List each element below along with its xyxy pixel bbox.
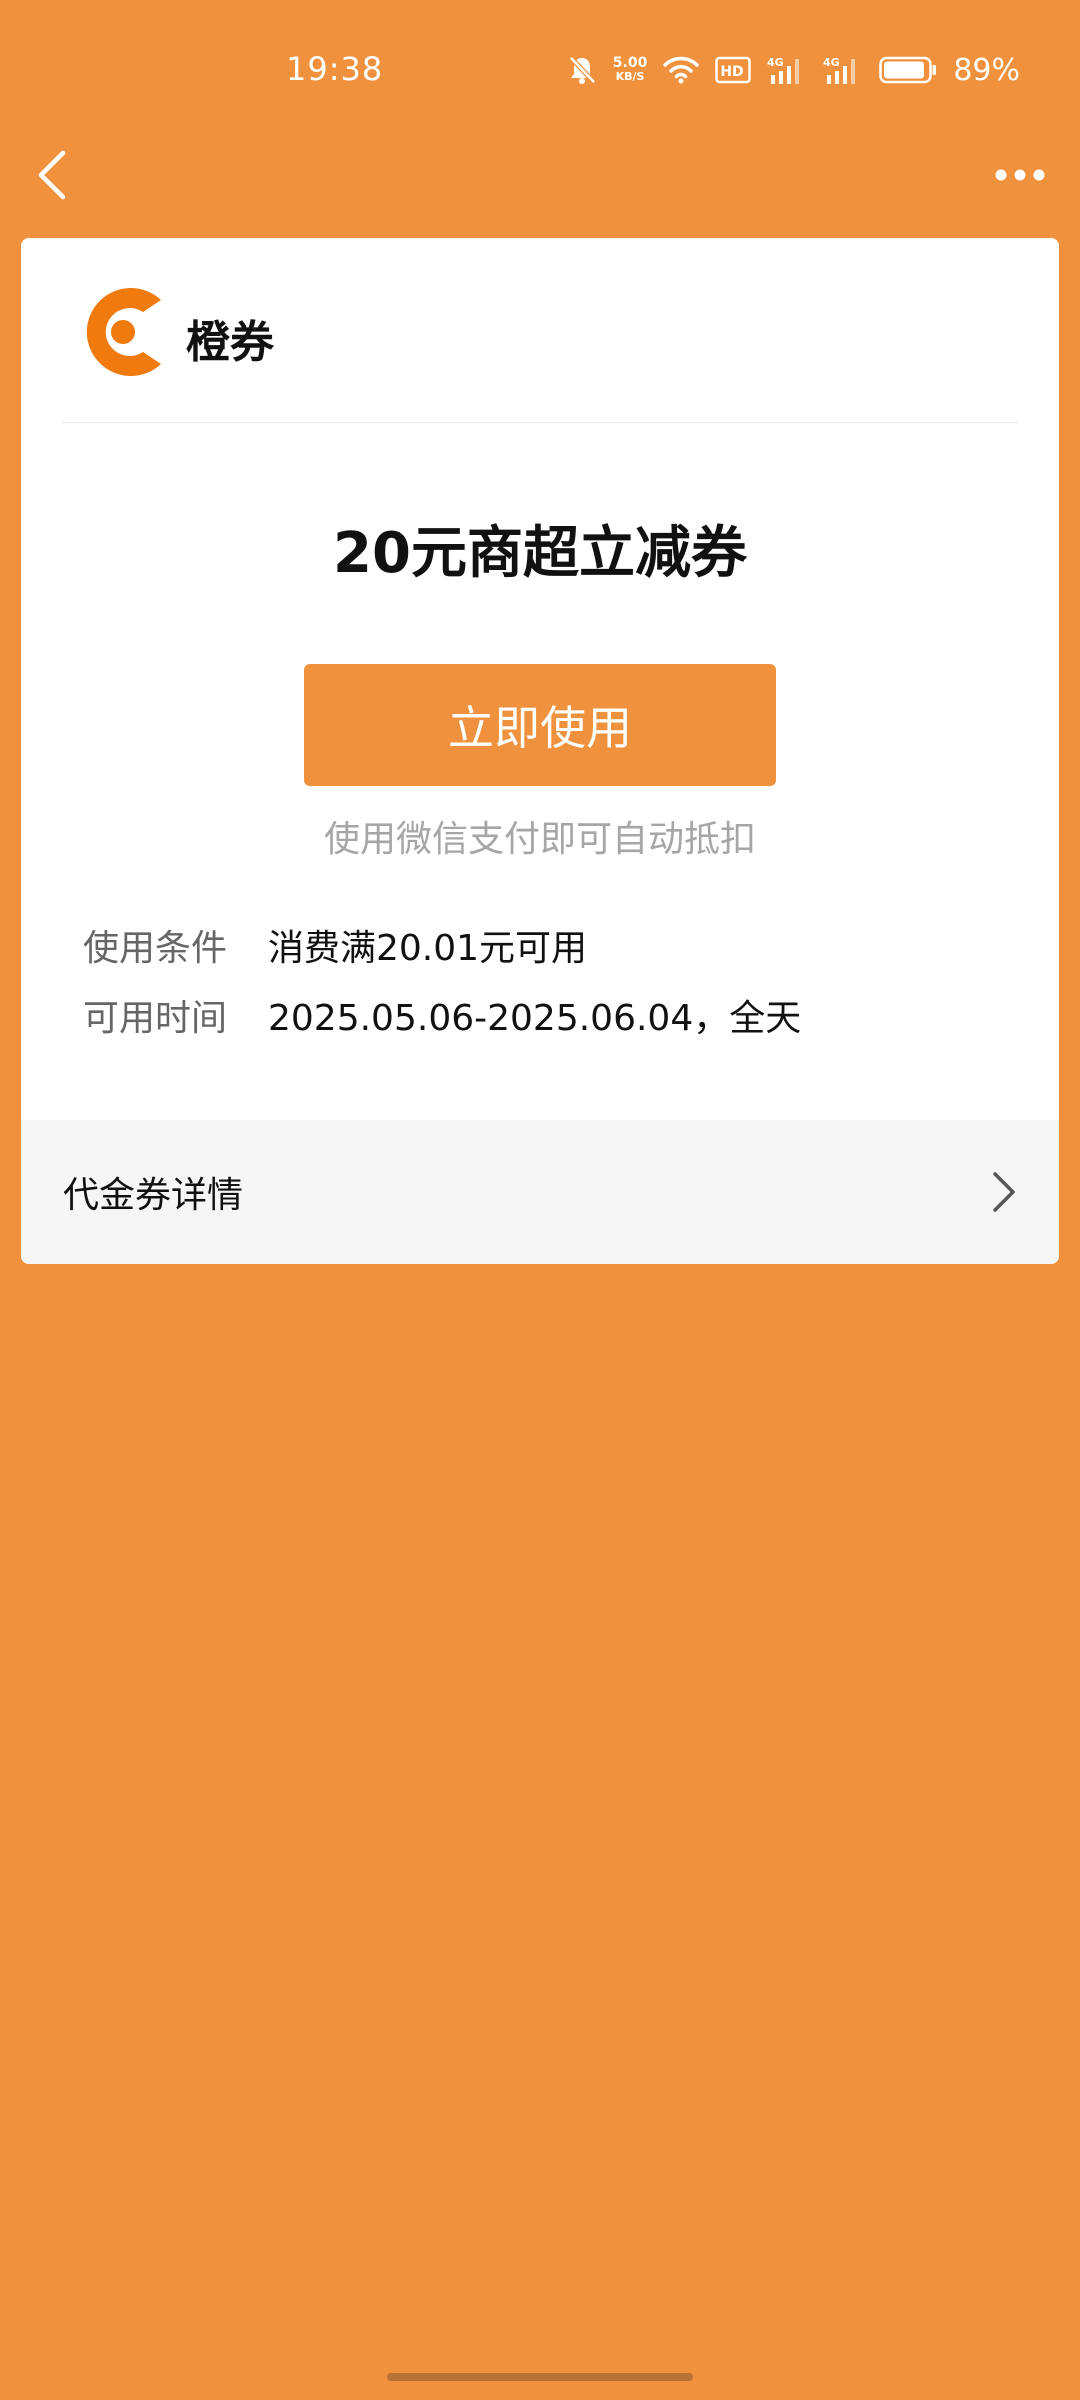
coupon-details-row[interactable]: 代金券详情 [21,1120,1059,1264]
status-icons: 5.00 KB/S HD 4G 4G 89% [567,50,1020,90]
condition-value: 消费满20.01元可用 [268,928,588,969]
header-divider [61,422,1019,423]
sim2-network-label: 4G [823,56,840,69]
more-dots-icon [995,169,1045,181]
coupon-card: 橙券 20元商超立减券 立即使用 使用微信支付即可自动抵扣 使用条件 消费满20… [21,238,1059,1264]
signal-sim2-icon: 4G [823,55,863,85]
back-button[interactable] [30,145,74,205]
hd-icon: HD [715,56,752,84]
chevron-right-icon [993,1172,1015,1212]
brand-name: 橙券 [186,317,274,368]
coupon-details-label: 代金券详情 [63,1175,244,1216]
validity-label: 可用时间 [83,998,228,1039]
signal-sim1-icon: 4G [767,55,807,85]
wifi-icon [663,56,700,84]
use-now-button[interactable]: 立即使用 [304,664,776,786]
coupon-title: 20元商超立减券 [333,521,747,586]
status-bar: 19:38 5.00 KB/S HD 4G 4G 89% [0,0,1080,140]
mute-bell-icon [567,54,597,86]
network-speed-unit: KB/S [615,70,645,83]
validity-row: 可用时间 2025.05.06-2025.06.04，全天 [83,990,801,1040]
battery-percentage: 89% [953,52,1020,88]
home-indicator[interactable] [387,2373,693,2381]
brand-logo-icon [86,288,161,376]
network-speed: 5.00 KB/S [613,56,648,84]
validity-value: 2025.05.06-2025.06.04，全天 [268,998,802,1039]
brand-header: 橙券 [21,238,1059,422]
network-speed-value: 5.00 [612,55,648,71]
chevron-left-icon [38,150,66,200]
condition-row: 使用条件 消费满20.01元可用 [83,920,587,970]
more-options-button[interactable] [990,160,1050,190]
status-time: 19:38 [286,50,384,88]
battery-icon [879,56,937,84]
condition-label: 使用条件 [83,928,228,969]
hd-label: HD [721,64,744,80]
sim1-network-label: 4G [767,56,784,69]
payment-hint: 使用微信支付即可自动抵扣 [323,819,756,860]
